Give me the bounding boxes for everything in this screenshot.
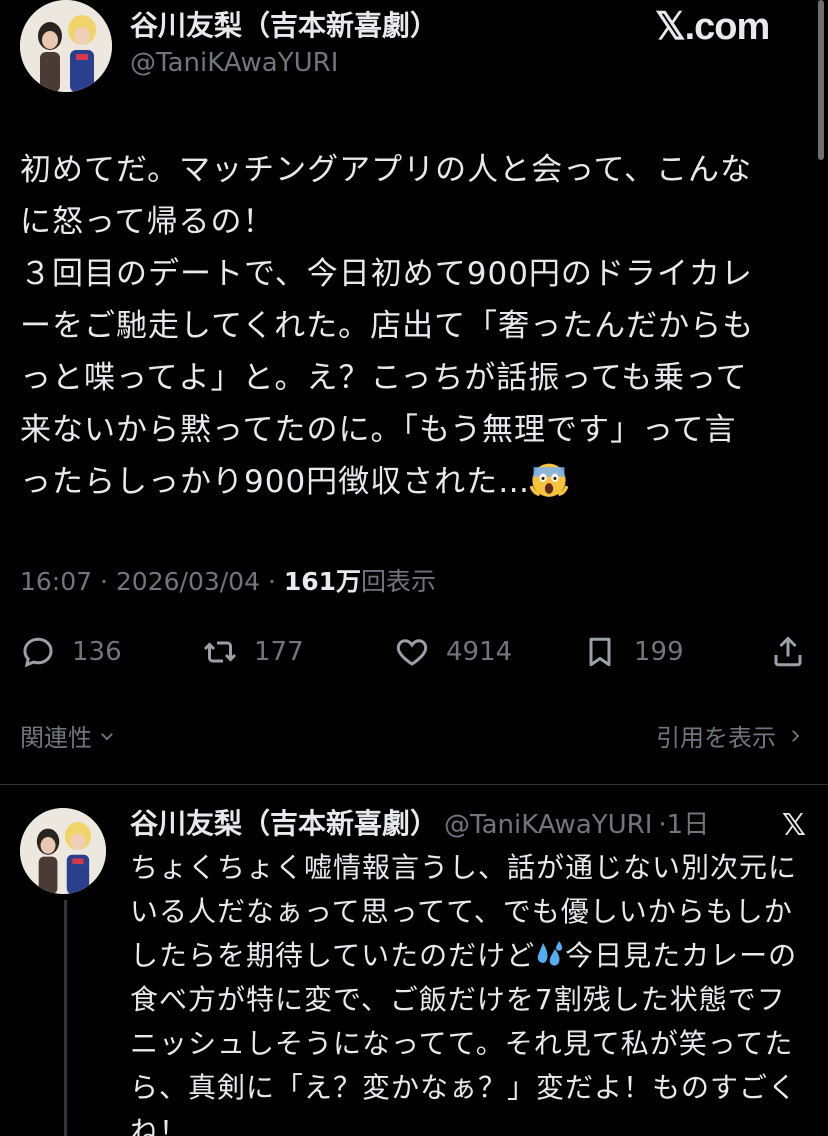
sweat-droplets-icon	[537, 941, 563, 966]
divider	[0, 784, 828, 785]
like-count: 4914	[446, 637, 513, 667]
face-screaming-in-fear-icon	[530, 463, 569, 497]
heart-icon	[396, 639, 428, 666]
author-handle[interactable]: @TaniKAwaYURI	[130, 48, 338, 78]
meta-separator: ·	[100, 567, 108, 596]
chevron-down-icon	[101, 732, 113, 740]
retweet-button[interactable]: 177	[202, 622, 304, 682]
avatar-photo	[20, 0, 112, 92]
author-avatar[interactable]	[20, 0, 112, 92]
share-button[interactable]	[770, 622, 806, 682]
reply-count: 136	[72, 637, 122, 667]
tweet-actions: 136 177 4914 199	[0, 622, 828, 682]
share-icon	[774, 636, 802, 667]
tweet-line: ３回目のデートで、今日初めて900円のドライカレ	[20, 256, 753, 292]
bookmark-count: 199	[634, 637, 684, 667]
reply-age[interactable]: ·1日	[658, 804, 709, 841]
meta-separator: ·	[267, 567, 276, 596]
tweet-line: っと喋ってよ」と。え？こっちが話振っても乗って	[20, 360, 748, 396]
tweet-time[interactable]: 16:07	[20, 567, 92, 596]
like-button[interactable]: 4914	[394, 622, 512, 682]
view-quotes-label: 引用を表示	[656, 724, 776, 752]
related-label: 関連性	[20, 724, 92, 752]
reply-author-handle[interactable]: @TaniKAwaYURI	[444, 810, 652, 840]
tweet-meta: 16:07 · 2026/03/04 · 161万回表示	[20, 562, 436, 598]
reply-icon	[23, 637, 53, 668]
tweet-date[interactable]: 2026/03/04	[116, 567, 260, 596]
related-sort[interactable]: 関連性	[20, 718, 116, 753]
reply-author-avatar[interactable]	[20, 808, 106, 894]
reply-text: ちょくちょく嘘情報言うし、話が通じない別次元にいる人だなぁって思ってて、でも優し…	[130, 846, 810, 1136]
avatar-photo	[20, 808, 106, 894]
tweet-line: 来ないから黙ってたのに。「もう無理です」って言	[20, 412, 737, 448]
bookmark-button[interactable]: 199	[582, 622, 684, 682]
bookmark-icon	[589, 637, 611, 667]
chevron-right-icon	[792, 729, 800, 742]
tweet-line-text: ったらしっかり900円徴収された…	[20, 464, 531, 500]
x-logo[interactable]: 𝕏	[782, 808, 806, 843]
scrollbar[interactable]	[818, 0, 824, 160]
author-name[interactable]: 谷川友梨（吉本新喜劇）	[130, 4, 438, 44]
reply-header: 谷川友梨（吉本新喜劇） @TaniKAwaYURI ·1日	[130, 802, 709, 842]
views-label: 回表示	[361, 567, 437, 596]
tweet-text: 初めてだ。マッチングアプリの人と会って、こんな に怒って帰るの！ ３回目のデート…	[20, 144, 800, 508]
reply-author-name[interactable]: 谷川友梨（吉本新喜劇）	[130, 802, 438, 842]
view-quotes-link[interactable]: 引用を表示	[656, 718, 804, 753]
tweet-line: ーをご馳走してくれた。店出て「奢ったんだからも	[20, 308, 755, 344]
brand-logo[interactable]: 𝕏.com	[655, 4, 770, 49]
thread-line	[64, 900, 67, 1136]
tweet-line-last: ったらしっかり900円徴収された…	[20, 456, 800, 508]
views-count: 161万	[283, 567, 362, 596]
retweet-icon	[203, 641, 237, 663]
tweet-line: に怒って帰るの！	[20, 204, 275, 240]
reply-button[interactable]: 136	[20, 622, 122, 682]
retweet-count: 177	[254, 637, 304, 667]
tweet-line: 初めてだ。マッチングアプリの人と会って、こんな	[20, 152, 752, 188]
